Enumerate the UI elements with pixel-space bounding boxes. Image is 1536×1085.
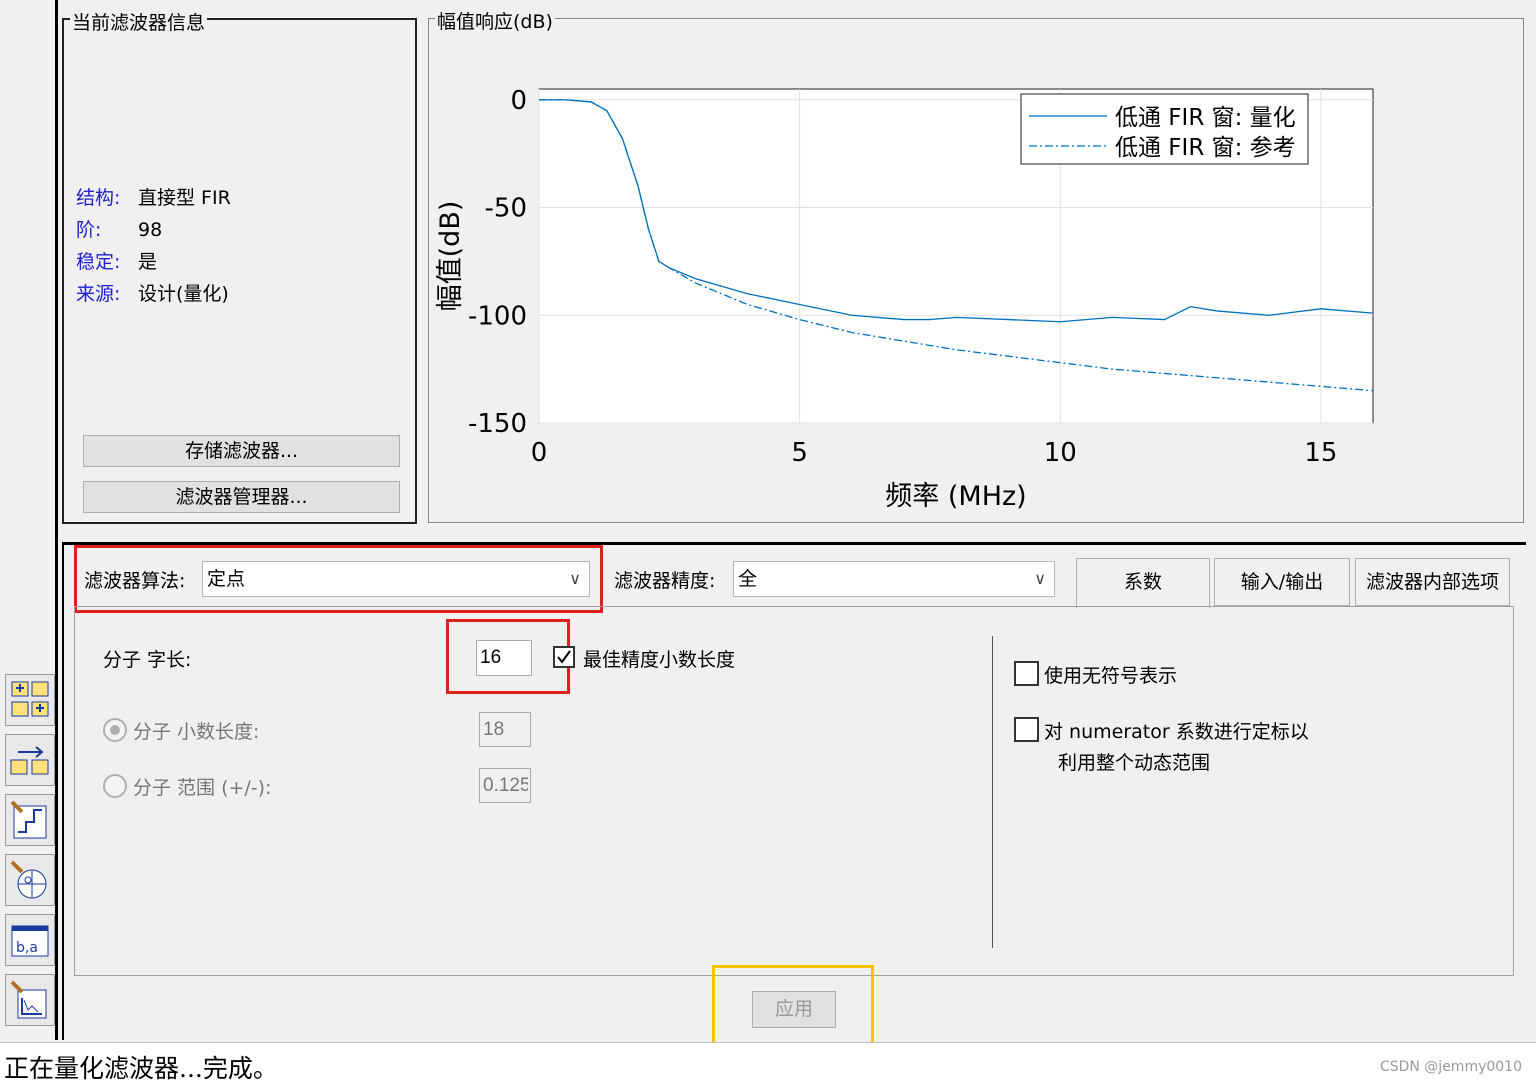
svg-text:b,a: b,a [16, 940, 38, 956]
y-tick-label: -150 [468, 409, 527, 439]
unsigned-checkbox[interactable] [1014, 661, 1039, 686]
status-bar: 正在量化滤波器...完成。 CSDN @jemmy0010 [0, 1042, 1536, 1085]
scale-checkbox[interactable] [1014, 717, 1039, 742]
frac-length-input[interactable] [479, 712, 531, 747]
filter-manager-button[interactable]: 滤波器管理器... [83, 481, 400, 513]
x-tick-label: 5 [791, 438, 808, 468]
radio-dot-icon [110, 725, 120, 735]
magnitude-response-panel: 幅值响应(dB) 0 5 10 15 0 -50 -100 -150 频率 (MHz) 幅值(dB… [428, 7, 1524, 523]
transform-tool-icon[interactable] [5, 674, 55, 726]
chevron-down-icon: ∨ [1034, 569, 1046, 588]
x-axis-label: 频率 (MHz) [885, 481, 1026, 512]
checkmark-icon [557, 650, 571, 664]
legend-label: 低通 FIR 窗: 参考 [1115, 135, 1296, 161]
highlight-box-apply [712, 965, 874, 1050]
watermark: CSDN @jemmy0010 [1379, 1059, 1522, 1075]
unsigned-label: 使用无符号表示 [1044, 665, 1178, 687]
y-tick-label: -100 [468, 301, 527, 331]
scale-label-line1: 对 numerator 系数进行定标以 [1044, 721, 1309, 743]
coefficients-tab-panel [74, 606, 1514, 976]
frac-length-label: 分子 小数长度: [133, 721, 260, 743]
store-filter-button[interactable]: 存储滤波器... [83, 435, 400, 467]
numerator-wordlength-label: 分子 字长: [103, 649, 192, 671]
filter-info-list: 结构: 直接型 FIR 阶: 98 稳定: 是 来源: 设计(量化) [76, 182, 231, 310]
range-radio[interactable] [103, 774, 127, 798]
scale-label-line2: 利用整个动态范围 [1058, 752, 1211, 774]
x-tick-label: 0 [531, 438, 548, 468]
y-tick-label: -50 [485, 194, 527, 224]
info-value: 直接型 FIR [138, 187, 231, 209]
design-filter-icon[interactable] [5, 794, 55, 846]
x-tick-label: 10 [1044, 438, 1077, 468]
x-tick-label: 15 [1304, 438, 1337, 468]
frac-length-radio[interactable] [103, 718, 127, 742]
best-precision-label: 最佳精度小数长度 [583, 649, 736, 671]
highlight-box-wordlength [446, 619, 570, 694]
status-text: 正在量化滤波器...完成。 [4, 1054, 278, 1083]
info-key: 结构: [76, 187, 121, 209]
precision-value: 全 [738, 568, 758, 590]
convert-structure-icon[interactable] [5, 734, 55, 786]
info-key: 来源: [76, 283, 121, 305]
best-precision-checkbox[interactable] [553, 646, 575, 668]
y-axis-label: 幅值(dB) [435, 201, 466, 312]
tab-input-output[interactable]: 输入/输出 [1214, 558, 1350, 606]
info-value: 设计(量化) [138, 283, 229, 305]
quantize-filter-icon[interactable] [5, 974, 55, 1026]
range-input[interactable] [479, 768, 531, 803]
info-row-structure: 结构: 直接型 FIR [76, 182, 231, 214]
pole-zero-editor-icon[interactable] [5, 854, 55, 906]
info-key: 阶: [76, 219, 102, 241]
legend-label: 低通 FIR 窗: 量化 [1115, 105, 1296, 131]
tab-internal-options[interactable]: 滤波器内部选项 [1355, 558, 1510, 606]
info-row-source: 来源: 设计(量化) [76, 278, 231, 310]
highlight-box-algorithm [74, 545, 603, 613]
range-label: 分子 范围 (+/-): [133, 777, 272, 799]
import-filter-icon[interactable]: b,a [5, 914, 55, 966]
y-tick-label: 0 [510, 86, 527, 116]
info-row-order: 阶: 98 [76, 214, 231, 246]
tab-coefficients[interactable]: 系数 [1076, 558, 1210, 608]
info-value: 是 [138, 251, 158, 273]
info-row-stable: 稳定: 是 [76, 246, 231, 278]
info-value: 98 [138, 219, 163, 241]
magnitude-chart: 0 5 10 15 0 -50 -100 -150 频率 (MHz) 幅值(dB) 低通 FIR 窗… [435, 86, 1374, 512]
filter-info-title: 当前滤波器信息 [70, 8, 208, 35]
filter-info-panel: 当前滤波器信息 结构: 直接型 FIR 阶: 98 稳定: 是 来源: 设计(量化) 存… [62, 8, 417, 524]
info-key: 稳定: [76, 251, 121, 273]
precision-select[interactable]: 全 ∨ [733, 561, 1055, 597]
vertical-divider [992, 636, 993, 948]
precision-label: 滤波器精度: [614, 570, 716, 592]
